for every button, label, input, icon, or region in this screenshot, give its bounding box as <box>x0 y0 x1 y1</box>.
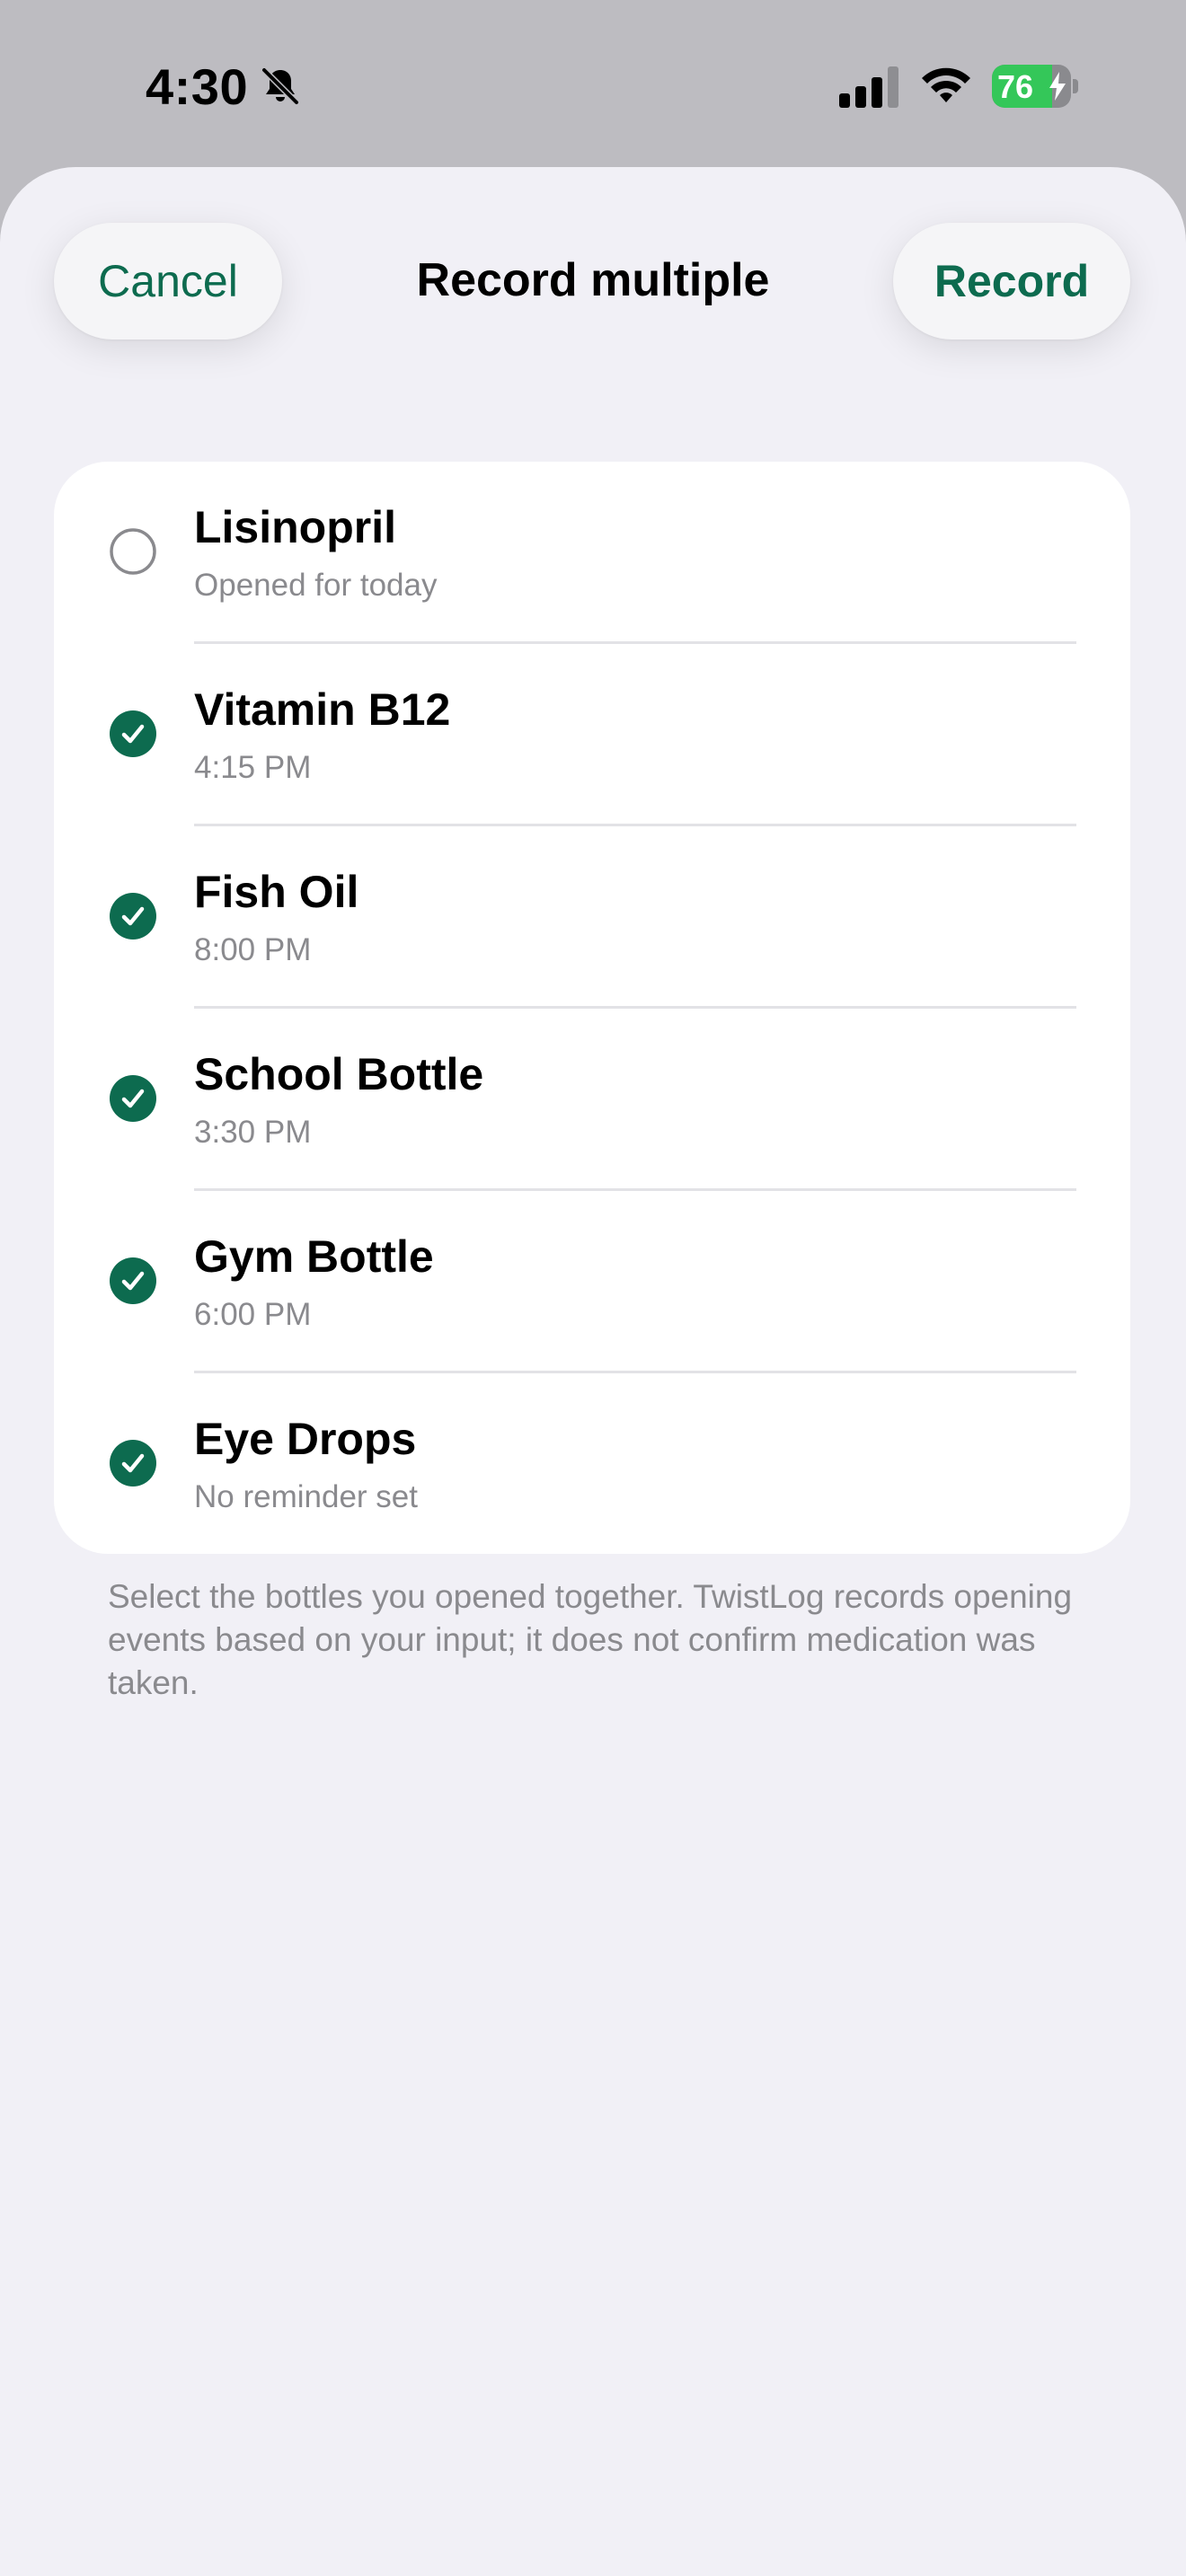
battery-level: 76 <box>997 68 1034 105</box>
sheet-title: Record multiple <box>416 254 770 306</box>
bottle-detail: 3:30 PM <box>194 1115 312 1150</box>
checkmark-circle-filled-icon[interactable] <box>110 1257 156 1304</box>
bottle-name: School Bottle <box>194 1049 484 1099</box>
bottle-list: Lisinopril Opened for today Vitamin B12 4:1… <box>54 462 1130 1554</box>
record-button[interactable]: Record <box>893 223 1130 340</box>
battery-charging-icon: 76 <box>992 65 1078 108</box>
checkmark-circle-filled-icon[interactable] <box>110 1440 156 1486</box>
bolt-icon <box>1049 72 1066 101</box>
bottle-detail: No reminder set <box>194 1479 418 1514</box>
checkmark-circle-filled-icon[interactable] <box>110 710 156 757</box>
bottle-detail: 4:15 PM <box>194 750 312 785</box>
status-time: 4:30 <box>146 58 249 115</box>
bottle-row[interactable]: Eye Drops No reminder set <box>54 1373 1130 1554</box>
circle-outline-icon[interactable] <box>110 528 156 575</box>
bottle-name: Fish Oil <box>194 867 359 917</box>
bottle-name: Eye Drops <box>194 1414 417 1464</box>
cancel-button[interactable]: Cancel <box>54 223 282 340</box>
bottle-detail: Opened for today <box>194 568 438 603</box>
bottle-name: Vitamin B12 <box>194 684 451 735</box>
record-multiple-sheet: Cancel Record multiple Record Lisinopril… <box>0 167 1186 2576</box>
cellular-signal-icon <box>839 66 898 108</box>
checkmark-circle-filled-icon[interactable] <box>110 893 156 940</box>
bottle-row[interactable]: School Bottle 3:30 PM <box>54 1009 1130 1191</box>
bottle-row[interactable]: Vitamin B12 4:15 PM <box>54 644 1130 826</box>
bottle-name: Gym Bottle <box>194 1231 434 1282</box>
bottle-row[interactable]: Gym Bottle 6:00 PM <box>54 1191 1130 1373</box>
bottle-detail: 6:00 PM <box>194 1297 312 1332</box>
bottle-name: Lisinopril <box>194 502 396 552</box>
footer-note: Select the bottles you opened together. … <box>108 1578 1073 1701</box>
bottle-row[interactable]: Fish Oil 8:00 PM <box>54 826 1130 1009</box>
status-bar: 4:30 76 <box>0 0 1186 171</box>
bell-slash-icon <box>261 67 299 105</box>
checkmark-circle-filled-icon[interactable] <box>110 1075 156 1122</box>
wifi-icon <box>922 67 970 102</box>
bottle-row[interactable]: Lisinopril Opened for today <box>54 462 1130 644</box>
bottle-detail: 8:00 PM <box>194 932 312 967</box>
